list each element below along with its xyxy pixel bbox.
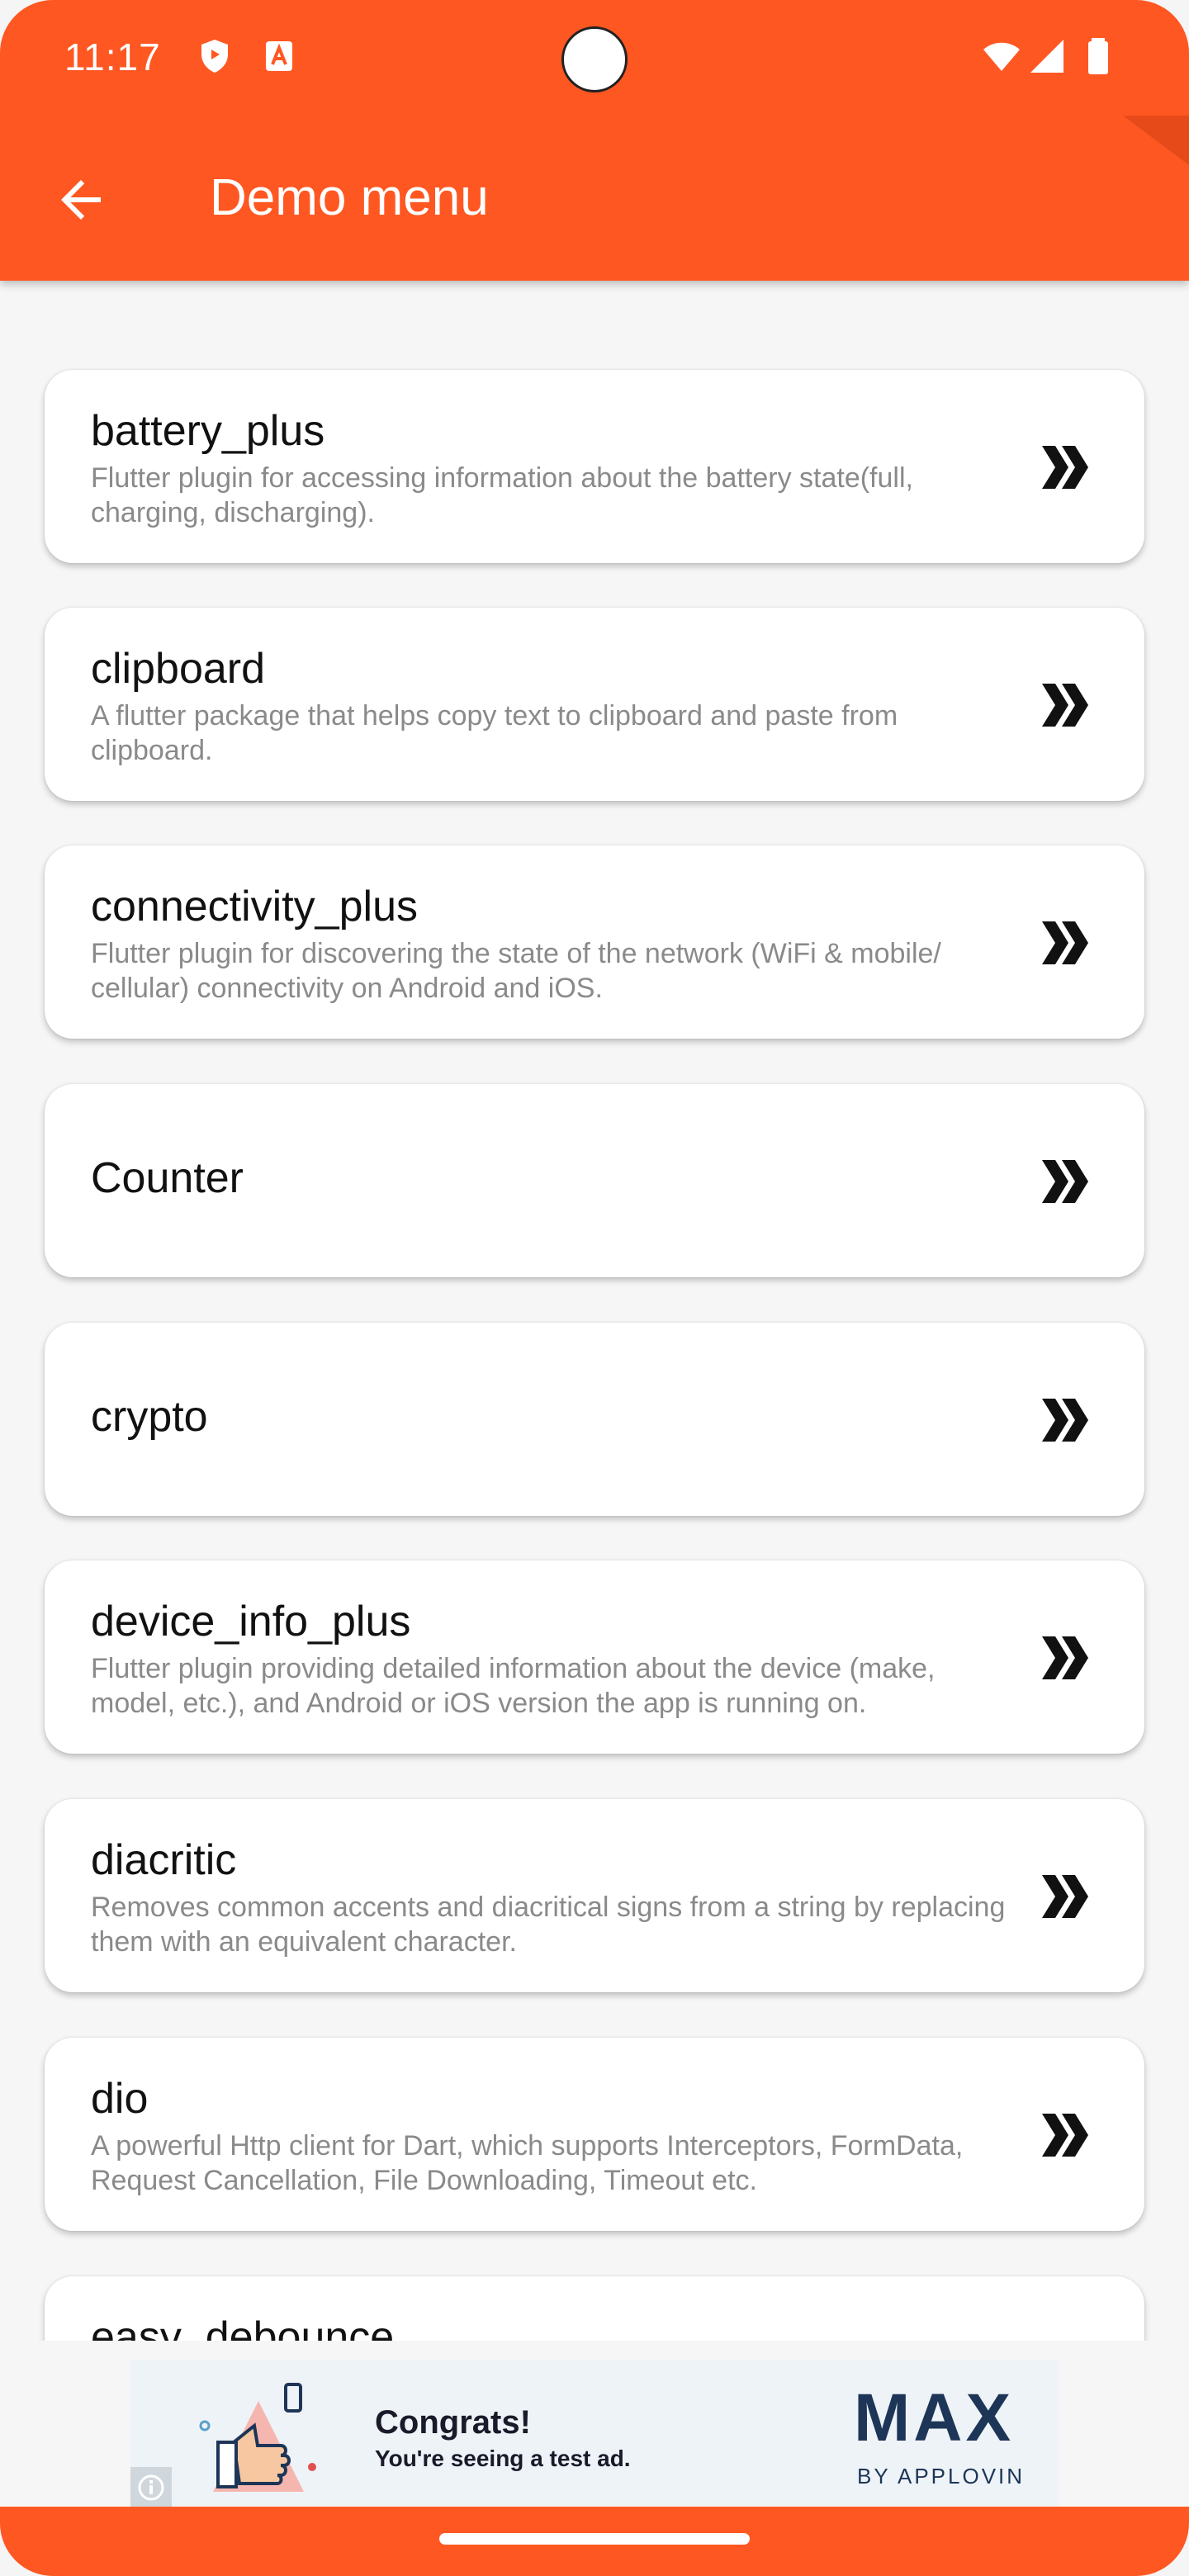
item-title: dio [91,2075,149,2123]
item-description: A flutter package that helps copy text t… [91,700,898,766]
list-item-easy-debounce[interactable]: easy_debounce [45,2276,1144,2341]
status-time: 11:17 [64,36,161,78]
double-chevron-right-icon [1042,1399,1088,1442]
camera-cutout [561,26,628,92]
arrow-back-icon[interactable] [51,170,111,230]
page-title: Demo menu [210,169,489,226]
item-description: Flutter plugin providing detailed inform… [91,1653,936,1719]
item-title: diacritic [91,1836,237,1884]
item-title: Counter [91,1154,244,1202]
item-description: A powerful Http client for Dart, which s… [91,2130,964,2196]
list-item-device-info-plus[interactable]: device_info_plus Flutter plugin providin… [45,1560,1144,1754]
home-gesture-handle[interactable] [439,2533,750,2545]
ad-banner[interactable]: Congrats! You're seeing a test ad. MAX B… [130,2360,1059,2508]
shield-icon [201,40,228,73]
item-title: device_info_plus [91,1598,411,1646]
double-chevron-right-icon [1042,2114,1088,2157]
a-notification-icon [266,41,292,71]
double-chevron-right-icon [1042,1636,1088,1679]
ad-subtext: You're seeing a test ad. [375,2446,631,2471]
item-title: battery_plus [91,407,325,455]
demo-list: battery_plus Flutter plugin for accessin… [0,281,1189,2341]
app-bar: 11:17 Demo menu [0,0,1189,281]
list-item-crypto[interactable]: crypto [45,1323,1144,1516]
list-item-diacritic[interactable]: diacritic Removes common accents and dia… [45,1799,1144,1992]
thumbs-up-icon [199,2383,316,2492]
item-title: connectivity_plus [91,883,418,930]
item-title: clipboard [91,645,266,693]
ad-brand-sub: BY APPLOVIN [857,2464,1026,2488]
screen: 11:17 Demo menu battery_plus Flutter plu… [0,0,1189,2576]
ad-headline: Congrats! [375,2404,531,2441]
item-title: easy_debounce [91,2313,395,2341]
navigation-bar [0,2507,1189,2576]
list-item-counter[interactable]: Counter [45,1084,1144,1277]
list-item-dio[interactable]: dio A powerful Http client for Dart, whi… [45,2038,1144,2231]
ad-brand: MAX [854,2380,1015,2455]
ad-info-icon[interactable] [130,2467,172,2508]
list-item-battery-plus[interactable]: battery_plus Flutter plugin for accessin… [45,370,1144,563]
list-item-connectivity-plus[interactable]: connectivity_plus Flutter plugin for dis… [45,845,1144,1039]
item-title: crypto [91,1393,208,1441]
double-chevron-right-icon [1042,684,1088,727]
double-chevron-right-icon [1042,1875,1088,1918]
double-chevron-right-icon [1042,1160,1088,1203]
item-description: Flutter plugin for discovering the state… [91,938,941,1004]
list-item-clipboard[interactable]: clipboard A flutter package that helps c… [45,608,1144,801]
signal-icon [1030,40,1063,73]
item-description: Removes common accents and diacritical s… [91,1892,1006,1958]
double-chevron-right-icon [1042,446,1088,489]
item-description: Flutter plugin for accessing information… [91,462,913,528]
debug-banner [1123,116,1189,165]
double-chevron-right-icon [1042,921,1088,964]
battery-icon [1088,38,1108,74]
wifi-icon [983,42,1020,71]
